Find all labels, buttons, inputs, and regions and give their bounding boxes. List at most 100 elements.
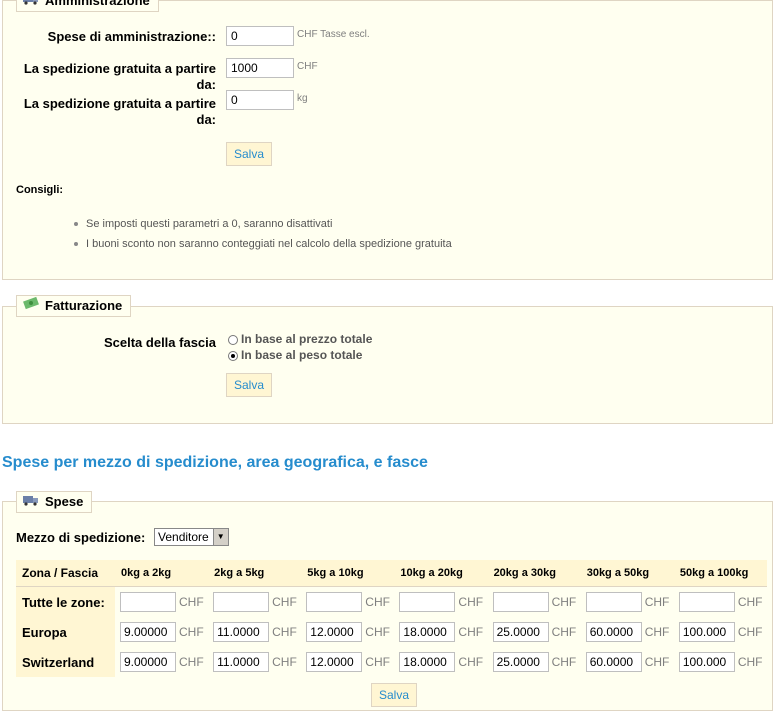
handling-hint: CHF Tasse escl. xyxy=(297,29,370,40)
currency-label: CHF xyxy=(737,595,763,609)
money-icon xyxy=(23,295,39,317)
fee-cell: CHF xyxy=(115,586,209,617)
free-price-input[interactable] xyxy=(226,58,294,78)
fee-cell: CHF xyxy=(394,617,488,647)
currency-label: CHF xyxy=(644,595,670,609)
admin-legend: Amministrazione xyxy=(16,0,159,12)
table-row: Europa CHF CHF CHF CHF CHF CHF CHF xyxy=(16,617,767,647)
currency-label: CHF xyxy=(365,595,390,609)
radio-weight-label: In base al peso totale xyxy=(241,348,363,362)
fee-cell: CHF xyxy=(673,586,767,617)
fee-cell: CHF xyxy=(208,617,302,647)
fee-input[interactable] xyxy=(399,652,456,672)
fee-input[interactable] xyxy=(306,652,363,672)
handling-input[interactable] xyxy=(226,26,294,46)
fee-input[interactable] xyxy=(492,592,549,612)
fee-cell: CHF xyxy=(394,647,488,677)
tip-item: Se imposti questi parametri a 0, saranno… xyxy=(86,218,333,230)
range-header: 20kg a 30kg xyxy=(487,560,581,587)
currency-label: CHF xyxy=(551,625,577,639)
fee-cell: CHF xyxy=(487,647,581,677)
fee-cell: CHF xyxy=(580,586,674,617)
fee-cell: CHF xyxy=(208,647,302,677)
currency-label: CHF xyxy=(272,655,297,669)
fee-cell: CHF xyxy=(487,586,581,617)
currency-label: CHF xyxy=(458,655,484,669)
fee-input[interactable] xyxy=(585,622,642,642)
fee-cell: CHF xyxy=(301,586,395,617)
range-header: 30kg a 50kg xyxy=(580,560,674,587)
carrier-select-value: Venditore xyxy=(158,530,209,544)
fees-table: Zona / Fascia 0kg a 2kg 2kg a 5kg 5kg a … xyxy=(16,560,767,677)
free-price-label: La spedizione gratuita a partire da: xyxy=(23,61,216,92)
fee-cell: CHF xyxy=(580,617,674,647)
currency-label: CHF xyxy=(272,625,297,639)
fee-input[interactable] xyxy=(399,622,456,642)
fee-cell: CHF xyxy=(673,647,767,677)
free-price-hint: CHF xyxy=(297,61,318,72)
currency-label: CHF xyxy=(644,625,670,639)
currency-label: CHF xyxy=(365,625,390,639)
fee-cell: CHF xyxy=(394,586,488,617)
zone-name: Tutte le zone: xyxy=(16,586,115,617)
tip-bullet xyxy=(74,242,78,246)
currency-label: CHF xyxy=(737,655,763,669)
tip-item: I buoni sconto non saranno conteggiati n… xyxy=(86,238,452,250)
currency-label: CHF xyxy=(179,655,204,669)
fee-input[interactable] xyxy=(492,622,549,642)
admin-save-button[interactable]: Salva xyxy=(226,142,273,166)
table-row: Switzerland CHF CHF CHF CHF CHF CHF CHF xyxy=(16,647,767,677)
currency-label: CHF xyxy=(644,655,670,669)
carrier-label: Mezzo di spedizione: xyxy=(16,530,146,545)
fee-input[interactable] xyxy=(213,652,270,672)
free-weight-input[interactable] xyxy=(226,90,294,110)
tips-title: Consigli: xyxy=(16,184,64,196)
carrier-select[interactable]: Venditore ▼ xyxy=(154,528,229,546)
handling-label: Spese di amministrazione:: xyxy=(47,29,216,44)
fee-input[interactable] xyxy=(678,592,735,612)
fee-input[interactable] xyxy=(213,622,270,642)
zone-name: Europa xyxy=(16,617,115,647)
fee-cell: CHF xyxy=(580,647,674,677)
fee-input[interactable] xyxy=(492,652,549,672)
fee-input[interactable] xyxy=(585,592,642,612)
currency-label: CHF xyxy=(365,655,390,669)
fees-legend: Spese xyxy=(16,491,93,513)
fee-input[interactable] xyxy=(120,622,176,642)
currency-label: CHF xyxy=(551,595,577,609)
fees-heading: Spese per mezzo di spedizione, area geog… xyxy=(2,454,428,471)
fee-input[interactable] xyxy=(678,652,735,672)
fees-save-button[interactable]: Salva xyxy=(371,683,418,707)
truck-icon xyxy=(23,0,39,12)
range-header: 50kg a 100kg xyxy=(673,560,767,587)
free-weight-label: La spedizione gratuita a partire da: xyxy=(23,96,216,127)
truck-icon xyxy=(23,491,39,513)
fee-input[interactable] xyxy=(213,592,270,612)
radio-price-label: In base al prezzo totale xyxy=(241,332,373,346)
fee-input[interactable] xyxy=(120,592,176,612)
fee-input[interactable] xyxy=(306,592,363,612)
chevron-down-icon: ▼ xyxy=(212,529,228,545)
fee-input[interactable] xyxy=(120,652,176,672)
fee-cell: CHF xyxy=(673,617,767,647)
radio-price[interactable] xyxy=(228,335,238,345)
free-weight-hint: kg xyxy=(297,93,308,104)
currency-label: CHF xyxy=(551,655,577,669)
currency-label: CHF xyxy=(179,625,204,639)
fee-cell: CHF xyxy=(115,617,209,647)
billing-legend: Fatturazione xyxy=(16,295,132,317)
range-label: Scelta della fascia xyxy=(103,335,216,350)
fee-input[interactable] xyxy=(585,652,642,672)
fee-cell: CHF xyxy=(208,586,302,617)
fee-cell: CHF xyxy=(301,617,395,647)
range-header: 0kg a 2kg xyxy=(115,560,209,587)
fee-input[interactable] xyxy=(678,622,735,642)
billing-save-button[interactable]: Salva xyxy=(226,373,273,397)
fee-input[interactable] xyxy=(399,592,456,612)
radio-weight[interactable] xyxy=(228,351,238,361)
fees-header-row: Zona / Fascia 0kg a 2kg 2kg a 5kg 5kg a … xyxy=(16,560,767,587)
zone-name: Switzerland xyxy=(16,647,115,677)
fee-input[interactable] xyxy=(306,622,363,642)
fees-legend-label: Spese xyxy=(45,494,84,509)
currency-label: CHF xyxy=(737,625,763,639)
